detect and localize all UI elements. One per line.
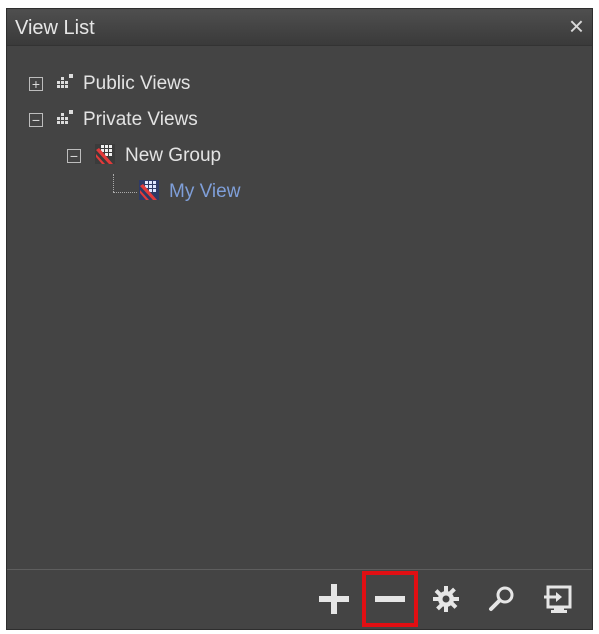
plus-icon [319, 584, 349, 614]
expand-toggle[interactable]: + [29, 77, 43, 91]
collapse-toggle[interactable]: − [67, 149, 81, 163]
tree-item-public-views[interactable]: + Public Views [29, 69, 190, 99]
tree-item-label: Public Views [83, 73, 191, 94]
views-folder-icon [55, 108, 75, 133]
export-icon [544, 585, 572, 613]
settings-button[interactable] [422, 575, 470, 623]
add-button[interactable] [310, 575, 358, 623]
tree-item-new-group[interactable]: − New Group [67, 141, 221, 171]
group-icon [93, 142, 117, 171]
tree-item-label: Private Views [83, 109, 198, 130]
tree-item-my-view[interactable]: My View [105, 174, 241, 207]
toolbar [310, 569, 582, 629]
tree-item-private-views[interactable]: − Private Views [29, 105, 198, 135]
view-list-panel: View List × + Public Views − Private Vie… [6, 8, 593, 630]
gear-icon [433, 586, 459, 612]
search-button[interactable] [478, 575, 526, 623]
view-icon [137, 178, 161, 207]
export-button[interactable] [534, 575, 582, 623]
tree-item-label: New Group [125, 145, 222, 166]
search-icon [489, 586, 514, 611]
views-folder-icon [55, 72, 75, 97]
minus-icon [375, 596, 405, 602]
collapse-toggle[interactable]: − [29, 113, 43, 127]
titlebar: View List × [7, 9, 592, 46]
remove-button[interactable] [362, 571, 418, 627]
close-icon[interactable]: × [569, 11, 584, 41]
tree-item-label: My View [169, 181, 241, 202]
tree-connector [105, 174, 137, 202]
panel-title: View List [15, 17, 95, 39]
